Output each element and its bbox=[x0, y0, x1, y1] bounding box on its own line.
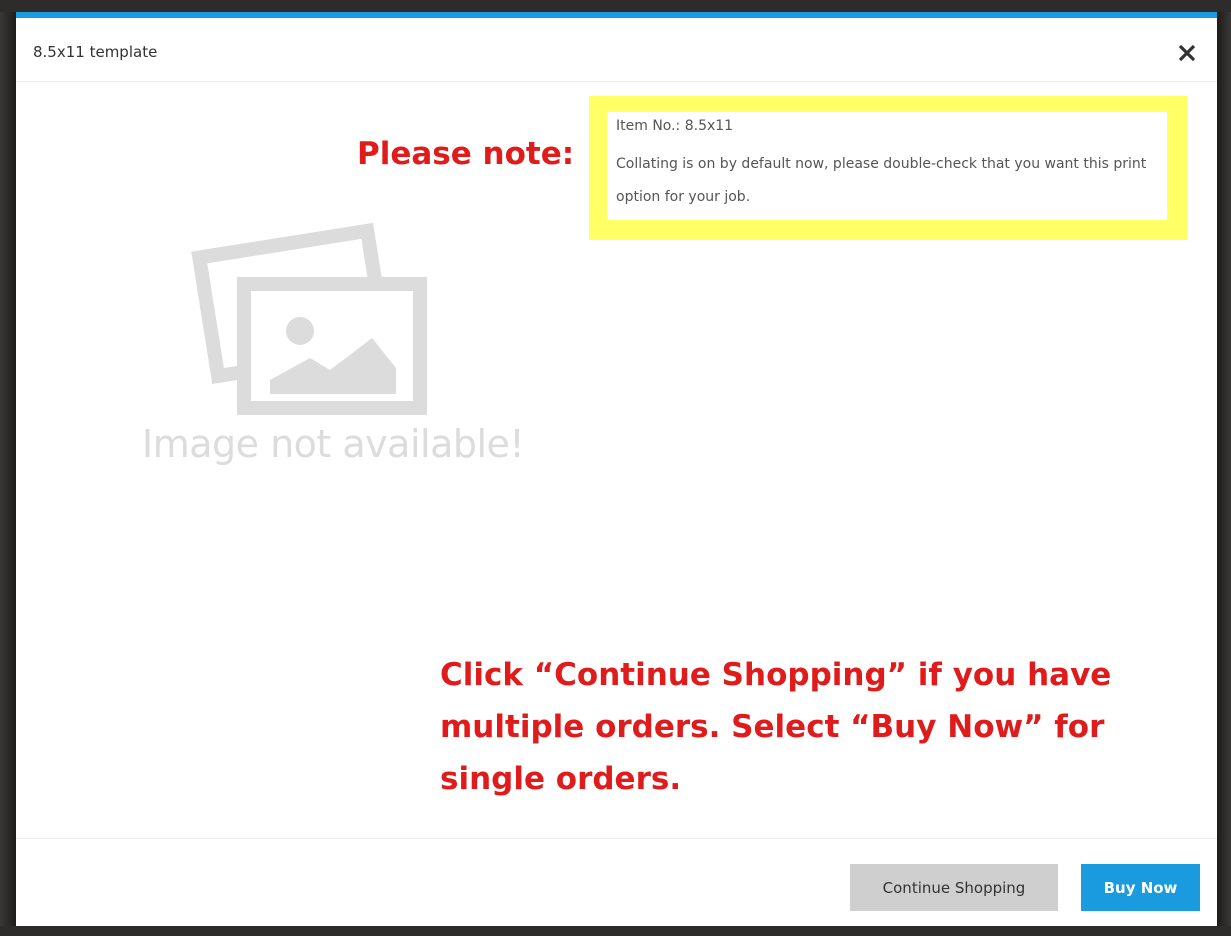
backdrop-right bbox=[1217, 0, 1231, 936]
item-number: Item No.: 8.5x11 bbox=[616, 118, 734, 134]
modal-title: 8.5x11 template bbox=[33, 43, 158, 61]
modal-footer: Continue Shopping Buy Now bbox=[16, 838, 1217, 926]
backdrop-top bbox=[0, 0, 1231, 12]
backdrop-left bbox=[0, 0, 16, 936]
buy-now-button[interactable]: Buy Now bbox=[1081, 864, 1200, 911]
please-note-annotation: Please note: bbox=[357, 136, 575, 172]
modal-body: Image not available! Please note: Item N… bbox=[16, 82, 1217, 838]
collating-note: Collating is on by default now, please d… bbox=[616, 156, 1147, 205]
modal-header: 8.5x11 template bbox=[16, 18, 1217, 82]
product-modal: 8.5x11 template Image not available! Ple… bbox=[16, 12, 1217, 926]
continue-shopping-button[interactable]: Continue Shopping bbox=[850, 864, 1058, 911]
close-icon bbox=[1178, 44, 1196, 62]
backdrop-bottom bbox=[0, 926, 1231, 936]
instruction-annotation: Click “Continue Shopping” if you have mu… bbox=[440, 657, 1112, 797]
item-info-highlight: Item No.: 8.5x11 Collating is on by defa… bbox=[589, 96, 1187, 240]
close-button[interactable] bbox=[1174, 40, 1202, 68]
item-info: Item No.: 8.5x11 Collating is on by defa… bbox=[607, 112, 1167, 220]
image-unavailable-text: Image not available! bbox=[142, 422, 525, 466]
